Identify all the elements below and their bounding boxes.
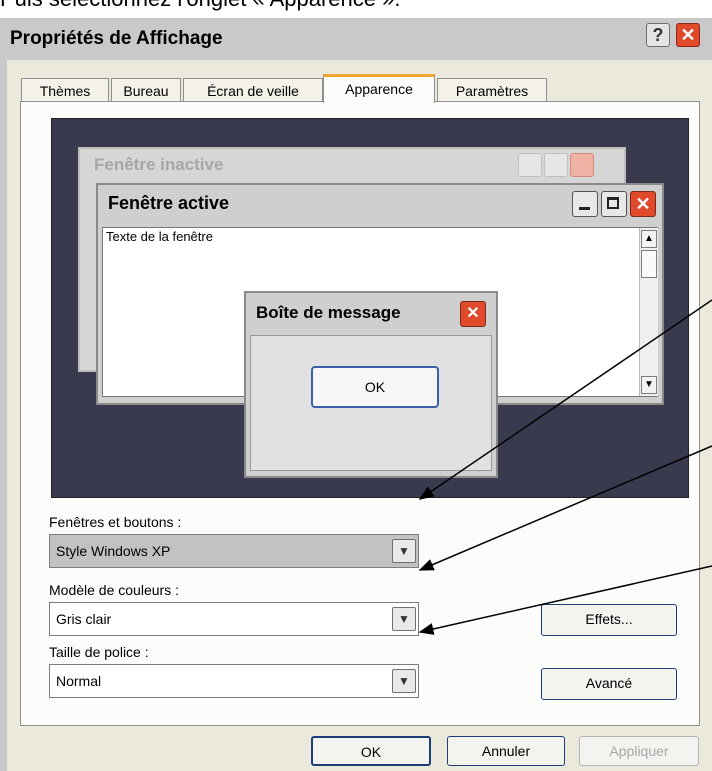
active-window-title: Fenêtre active (108, 193, 230, 213)
font-size-select[interactable]: Normal ▼ (49, 664, 419, 698)
ok-button[interactable]: OK (311, 736, 431, 766)
preview-ok-button: OK (311, 366, 439, 408)
instruction-caption: Puis sélectionnez l'onglet « Apparence »… (0, 0, 400, 12)
close-icon: ✕ (630, 191, 656, 217)
tab-desktop[interactable]: Bureau (111, 78, 181, 102)
apply-button[interactable]: Appliquer (579, 736, 699, 766)
chevron-down-icon[interactable]: ▼ (392, 607, 416, 631)
dialog-client-area: Thèmes Bureau Écran de veille Apparence … (7, 60, 712, 771)
font-size-value: Normal (56, 673, 102, 689)
close-icon: ✕ (460, 301, 486, 327)
scroll-thumb (641, 250, 657, 278)
chevron-down-icon[interactable]: ▼ (392, 669, 416, 693)
message-box-body: OK (250, 335, 492, 471)
advanced-button[interactable]: Avancé (541, 668, 677, 700)
window-text: Texte de la fenêtre (106, 229, 213, 244)
maximize-icon (601, 191, 627, 217)
tab-appearance[interactable]: Apparence (323, 74, 435, 103)
preview-scrollbar: ▲ ▼ (639, 228, 658, 396)
window-title: Propriétés de Affichage (10, 28, 223, 49)
color-scheme-value: Gris clair (56, 611, 112, 627)
color-scheme-select[interactable]: Gris clair ▼ (49, 602, 419, 636)
windows-buttons-value: Style Windows XP (56, 543, 171, 559)
help-icon[interactable]: ? (646, 23, 670, 47)
windows-buttons-label: Fenêtres et boutons : (49, 514, 182, 530)
message-box-title: Boîte de message (256, 303, 401, 322)
appearance-preview: Fenêtre inactive Fenêtre active ✕ Texte … (51, 118, 689, 498)
font-size-label: Taille de police : (49, 644, 149, 660)
title-bar[interactable]: Propriétés de Affichage ? ✕ (0, 18, 712, 60)
tab-screensaver[interactable]: Écran de veille (183, 78, 323, 102)
tab-themes[interactable]: Thèmes (21, 78, 109, 102)
minimize-icon (518, 153, 542, 177)
preview-message-box: Boîte de message ✕ OK (244, 291, 498, 478)
maximize-icon (544, 153, 568, 177)
tab-settings[interactable]: Paramètres (437, 78, 547, 102)
chevron-down-icon[interactable]: ▼ (392, 539, 416, 563)
scroll-down-icon: ▼ (641, 376, 657, 394)
display-properties-dialog: Propriétés de Affichage ? ✕ Thèmes Burea… (0, 18, 712, 771)
color-scheme-label: Modèle de couleurs : (49, 582, 179, 598)
minimize-icon (572, 191, 598, 217)
close-icon[interactable]: ✕ (676, 23, 700, 47)
inactive-window-title: Fenêtre inactive (94, 155, 224, 174)
windows-buttons-select[interactable]: Style Windows XP ▼ (49, 534, 419, 568)
effects-button[interactable]: Effets... (541, 604, 677, 636)
cancel-button[interactable]: Annuler (447, 736, 565, 766)
close-icon (570, 153, 594, 177)
scroll-up-icon: ▲ (641, 230, 657, 248)
